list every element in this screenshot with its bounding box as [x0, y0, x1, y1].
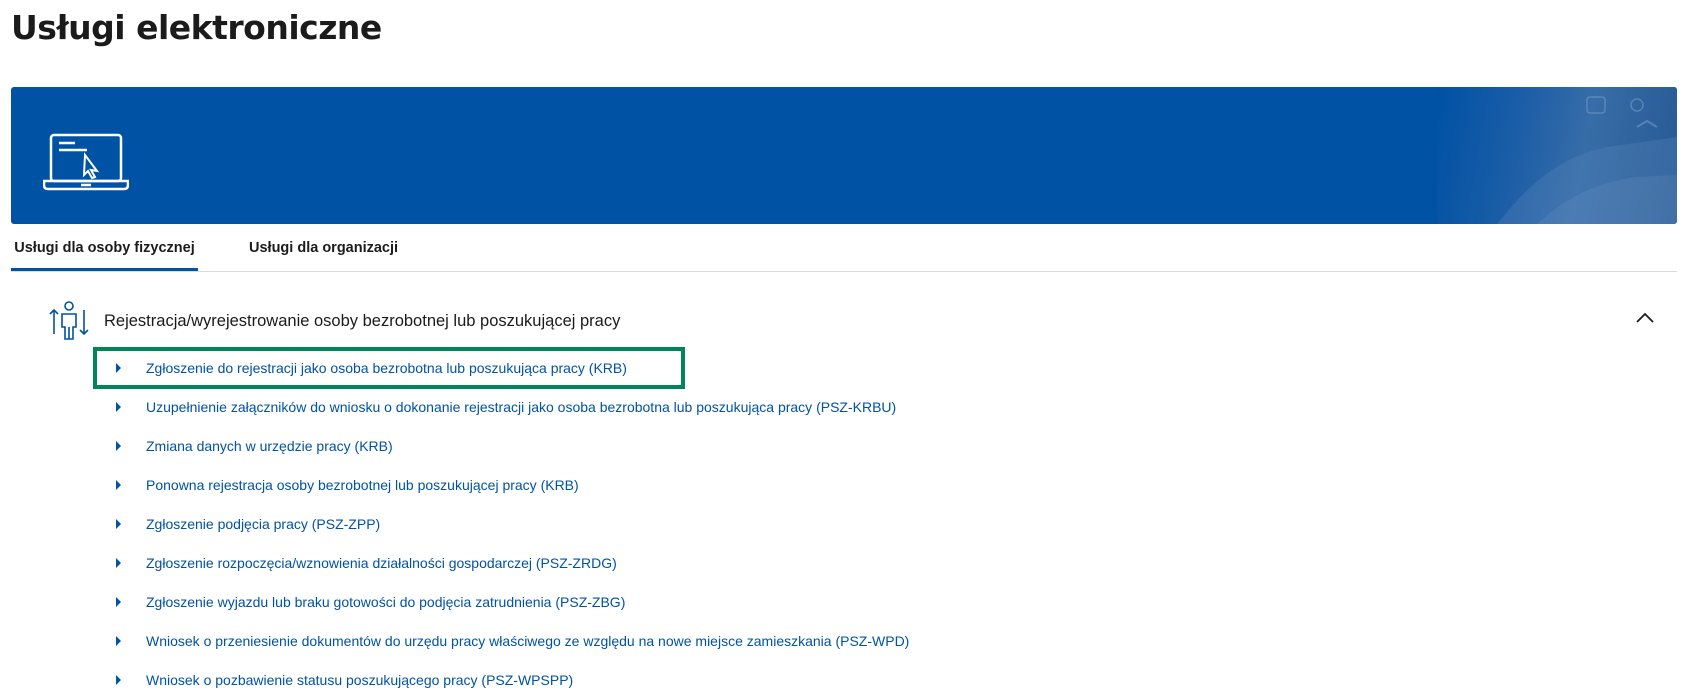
service-link[interactable]: Wniosek o pozbawienie statusu poszukując… — [146, 670, 573, 690]
caret-right-icon — [116, 675, 121, 685]
service-link[interactable]: Zgłoszenie podjęcia pracy (PSZ-ZPP) — [146, 514, 380, 534]
highlight-box — [93, 347, 685, 389]
person-up-down-arrows-icon — [48, 300, 90, 347]
service-link[interactable]: Ponowna rejestracja osoby bezrobotnej lu… — [146, 475, 579, 495]
banner-photo — [1437, 87, 1677, 224]
service-tabs: Usługi dla osoby fizycznej Usługi dla or… — [11, 224, 1677, 272]
chevron-up-icon[interactable] — [1634, 310, 1656, 326]
tab-organization-services[interactable]: Usługi dla organizacji — [237, 224, 410, 270]
service-link[interactable]: Uzupełnienie załączników do wniosku o do… — [146, 397, 896, 417]
caret-right-icon — [116, 480, 121, 490]
services-banner — [11, 87, 1677, 224]
caret-right-icon — [116, 597, 121, 607]
laptop-cursor-icon — [42, 133, 130, 196]
service-link[interactable]: Zgłoszenie wyjazdu lub braku gotowości d… — [146, 592, 625, 612]
section-title: Rejestracja/wyrejestrowanie osoby bezrob… — [104, 312, 621, 330]
caret-right-icon — [116, 519, 121, 529]
page-title: Usługi elektroniczne — [11, 8, 382, 47]
service-link[interactable]: Wniosek o przeniesienie dokumentów do ur… — [146, 631, 909, 651]
caret-right-icon — [116, 636, 121, 646]
service-link[interactable]: Zmiana danych w urzędzie pracy (KRB) — [146, 436, 393, 456]
section-header[interactable]: Rejestracja/wyrejestrowanie osoby bezrob… — [48, 300, 1668, 342]
caret-right-icon — [116, 402, 121, 412]
caret-right-icon — [116, 441, 121, 451]
tab-individual-services[interactable]: Usługi dla osoby fizycznej — [11, 224, 198, 271]
caret-right-icon — [116, 558, 121, 568]
service-link[interactable]: Zgłoszenie rozpoczęcia/wznowienia działa… — [146, 553, 617, 573]
